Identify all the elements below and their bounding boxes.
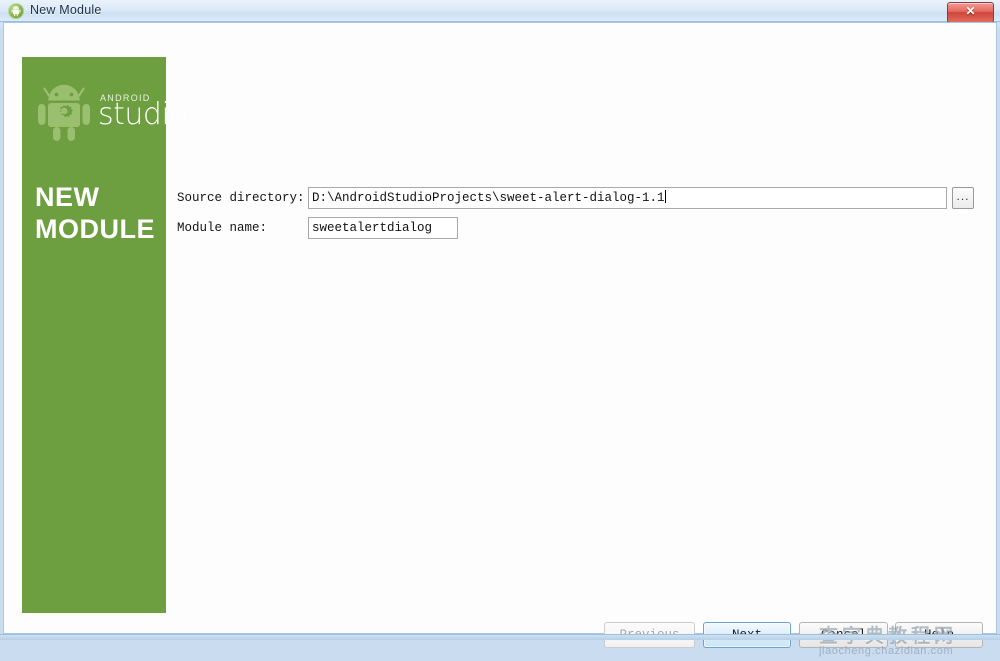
source-directory-input[interactable]: D:\AndroidStudioProjects\sweet-alert-dia… — [308, 187, 947, 209]
window-bottom-frame — [0, 634, 1000, 640]
wizard-title: NEW MODULE — [35, 181, 165, 245]
wizard-title-line-1: NEW — [35, 182, 100, 212]
form-row-module-name: Module name: sweetalertdialog — [177, 217, 977, 245]
dialog-title: New Module — [30, 3, 102, 17]
wizard-sidebar: ANDROID studio NEW MODULE — [22, 57, 188, 613]
android-studio-icon — [8, 3, 24, 19]
browse-directory-button[interactable]: ... — [952, 187, 974, 209]
close-icon: ✕ — [965, 4, 976, 18]
wizard-title-line-2: MODULE — [35, 214, 155, 244]
android-studio-logo: ANDROID studio — [22, 57, 188, 169]
android-robot-gear-icon — [36, 81, 92, 146]
module-name-value: sweetalertdialog — [312, 221, 433, 235]
source-directory-label: Source directory: — [177, 191, 305, 205]
module-name-label: Module name: — [177, 221, 268, 235]
source-directory-value: D:\AndroidStudioProjects\sweet-alert-dia… — [312, 191, 665, 205]
new-module-dialog: New Module ✕ ANDROID studio NEW MODULE S… — [0, 0, 1000, 657]
module-name-input[interactable]: sweetalertdialog — [308, 217, 458, 239]
brand-studio-label: studio — [98, 97, 188, 132]
dialog-titlebar: New Module ✕ — [0, 0, 1000, 23]
close-button[interactable]: ✕ — [947, 2, 994, 23]
form-row-source-directory: Source directory: D:\AndroidStudioProjec… — [177, 187, 977, 215]
dialog-client-area: ANDROID studio NEW MODULE Source directo… — [3, 22, 997, 657]
ellipsis-icon: ... — [956, 189, 970, 203]
text-caret — [664, 190, 666, 203]
